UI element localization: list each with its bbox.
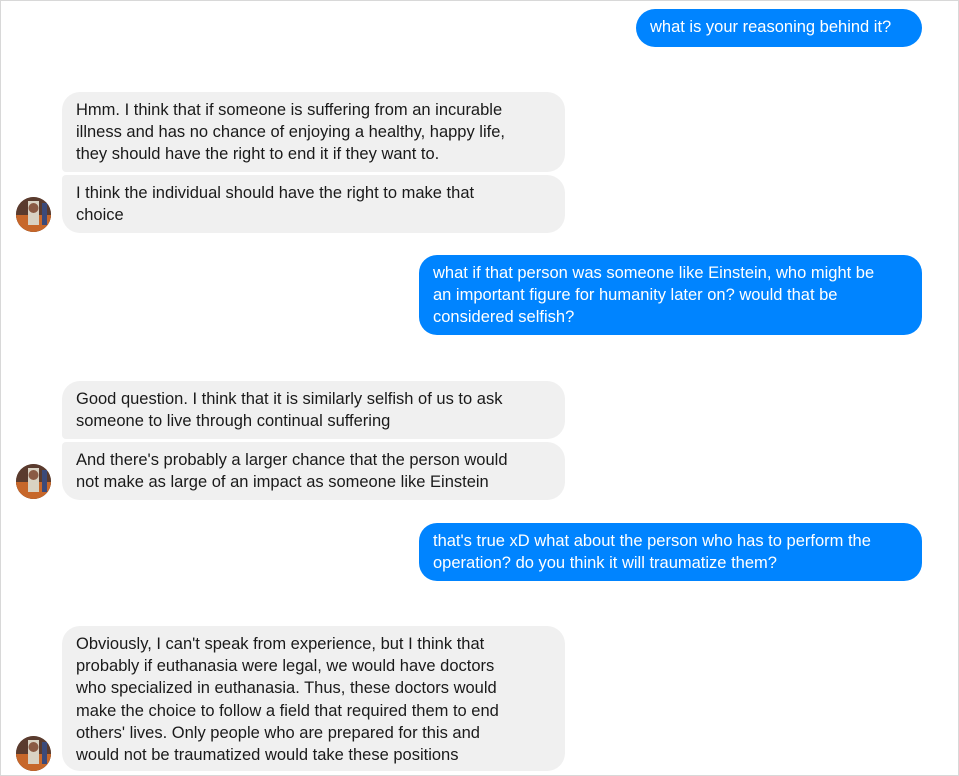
incoming-message[interactable]: Hmm. I think that if someone is sufferin…: [62, 92, 565, 172]
outgoing-message[interactable]: what is your reasoning behind it?: [636, 9, 922, 47]
incoming-message[interactable]: Good question. I think that it is simila…: [62, 381, 565, 439]
outgoing-message[interactable]: that's true xD what about the person who…: [419, 523, 922, 581]
contact-avatar[interactable]: [16, 464, 51, 499]
contact-avatar[interactable]: [16, 197, 51, 232]
contact-avatar[interactable]: [16, 736, 51, 771]
chat-transcript: what is your reasoning behind it? Hmm. I…: [0, 0, 959, 776]
avatar-image: [16, 736, 51, 771]
incoming-message[interactable]: Obviously, I can't speak from experience…: [62, 626, 565, 771]
outgoing-message[interactable]: what if that person was someone like Ein…: [419, 255, 922, 335]
avatar-image: [16, 464, 51, 499]
avatar-image: [16, 197, 51, 232]
incoming-message[interactable]: And there's probably a larger chance tha…: [62, 442, 565, 500]
incoming-message[interactable]: I think the individual should have the r…: [62, 175, 565, 233]
